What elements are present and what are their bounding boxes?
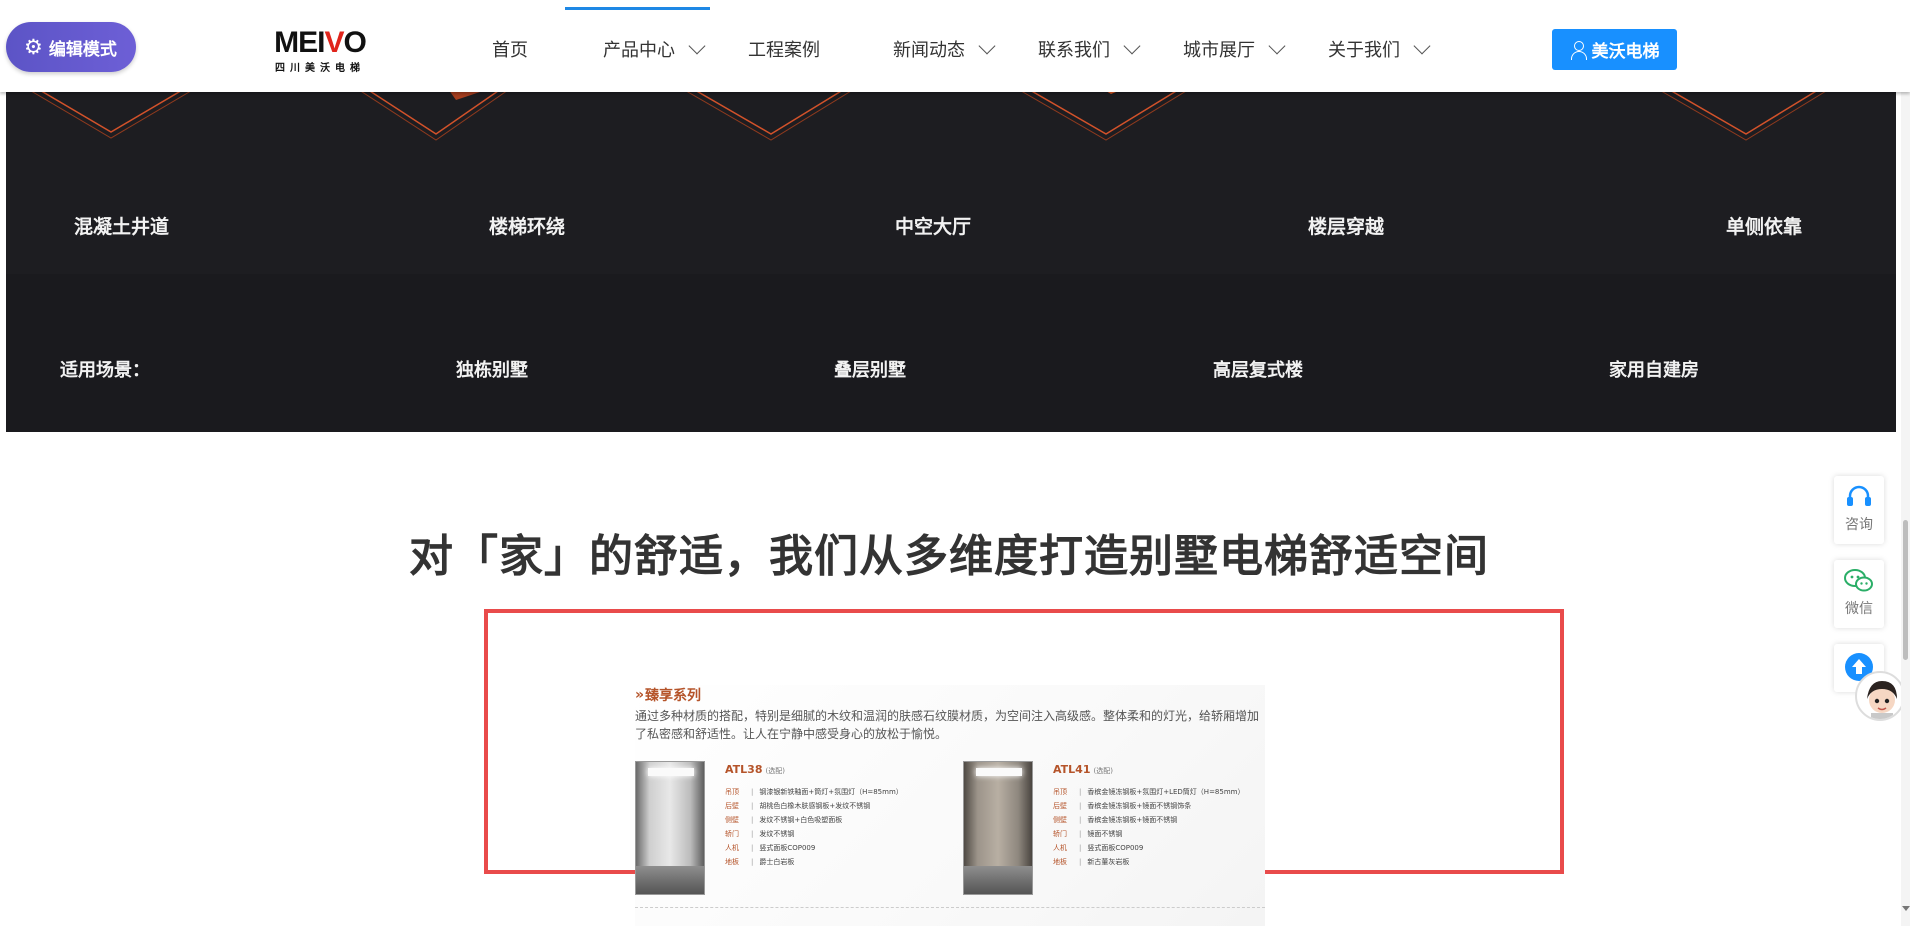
series-title: » 臻享系列 (635, 685, 701, 705)
site-header: MEIVO 四川美沃电梯 首页 产品中心 工程案例 新闻动态 联系我们 城市展厅… (0, 0, 1910, 92)
scene-item: 独栋别墅 (456, 360, 528, 381)
spec-row: 轿门 | 发纹不锈钢 (725, 830, 795, 838)
wechat-button[interactable]: 微信 (1834, 560, 1884, 628)
spec-row: 吊顶 | 香槟金镜冻钢板+氛围灯+LED筒灯（H=85mm） (1053, 788, 1245, 796)
floor-crossing-illustration (1021, 92, 1186, 141)
nav-item-products[interactable]: 产品中心 (603, 36, 706, 62)
series-title-text: 臻享系列 (645, 688, 702, 704)
section-heading: 对「家」的舒适，我们从多维度打造别墅电梯舒适空间 (409, 531, 1489, 582)
nav-item-about[interactable]: 关于我们 (1328, 36, 1431, 62)
wechat-icon (1844, 569, 1873, 592)
elevator-cabin-image (635, 761, 705, 895)
spec-row: 人机 | 竖式面板COP009 (1053, 844, 1144, 852)
series-description: 通过多种材质的搭配，特别是细腻的木纹和温润的肤感石纹膜材质，为空间注入高级感。整… (635, 709, 1260, 741)
nav-label: 产品中心 (603, 40, 675, 61)
nav-label: 联系我们 (1038, 40, 1110, 61)
consult-label: 咨询 (1845, 517, 1873, 533)
install-type-concrete: 混凝土井道 (74, 216, 170, 238)
scrollbar-track[interactable] (1901, 92, 1910, 926)
spec-row: 侧壁 | 发纹不锈钢+白色吸塑面板 (725, 816, 843, 824)
nav-item-showroom[interactable]: 城市展厅 (1183, 36, 1286, 62)
install-type-single-side: 单侧依靠 (1726, 216, 1803, 238)
concrete-shaft-illustration (31, 92, 191, 139)
page: MEIVO 四川美沃电梯 首页 产品中心 工程案例 新闻动态 联系我们 城市展厅… (0, 0, 1910, 926)
nav-label: 城市展厅 (1183, 40, 1255, 61)
user-icon (1570, 40, 1587, 60)
install-type-stair: 楼梯环绕 (489, 216, 566, 238)
scrollbar-thumb[interactable] (1903, 520, 1908, 660)
edit-mode-label: 编辑模式 (48, 39, 117, 60)
login-button[interactable]: 美沃电梯 (1552, 29, 1677, 70)
spec-row: 轿门 | 镜面不锈钢 (1053, 830, 1123, 838)
nav-label: 首页 (492, 40, 528, 61)
nav-label: 关于我们 (1328, 40, 1400, 61)
chevron-down-icon (1413, 37, 1431, 55)
wechat-label: 微信 (1845, 601, 1873, 617)
spec-row: 地板 | 新古董灰岩板 (1053, 858, 1130, 866)
double-chevron-icon: » (635, 687, 644, 703)
scene-item: 高层复式楼 (1213, 360, 1303, 381)
nav-item-contact[interactable]: 联系我们 (1038, 36, 1141, 62)
product-model: ATL38 (选配) (725, 763, 785, 776)
chevron-down-icon (1123, 37, 1141, 55)
spec-row: 后壁 | 香槟金镜冻钢板+镜面不锈钢饰条 (1053, 802, 1192, 810)
nav-label: 工程案例 (748, 40, 820, 61)
spec-row: 吊顶 | 钢漆银新铁釉面+筒灯+氛围灯（H=85mm） (725, 788, 903, 796)
nav-item-cases[interactable]: 工程案例 (748, 36, 820, 62)
single-side-illustration (1661, 92, 1826, 141)
chevron-down-icon (688, 37, 706, 55)
nav-item-news[interactable]: 新闻动态 (893, 36, 996, 62)
assistant-avatar[interactable] (1855, 671, 1905, 721)
scene-item: 叠层别墅 (834, 360, 906, 381)
headset-icon (1847, 485, 1871, 506)
chevron-down-icon (1268, 37, 1286, 55)
install-type-floor: 楼层穿越 (1308, 216, 1385, 238)
series-feature-image[interactable]: » 臻享系列 通过多种材质的搭配，特别是细腻的木纹和温润的肤感石纹膜材质，为空间… (635, 685, 1265, 926)
nav-label: 新闻动态 (893, 40, 965, 61)
assistant-face-icon (1867, 681, 1897, 719)
spec-row: 地板 | 爵士白岩板 (725, 858, 795, 866)
consult-button[interactable]: 咨询 (1834, 476, 1884, 544)
scenes-band (6, 274, 1896, 432)
stair-wrap-illustration (361, 92, 507, 141)
gear-icon: ⚙ (24, 34, 43, 59)
scenes-label: 适用场景： (60, 360, 150, 381)
edit-mode-button[interactable]: ⚙ 编辑模式 (6, 22, 136, 72)
spec-row: 后壁 | 胡桃色白橡木肤感钢板+发纹不锈钢 (725, 802, 871, 810)
nav-item-home[interactable]: 首页 (492, 36, 528, 62)
elevator-cabin-image (963, 761, 1033, 895)
scene-item: 家用自建房 (1609, 360, 1699, 381)
image-divider (635, 907, 1265, 908)
product-model: ATL41 (选配) (1053, 763, 1113, 776)
spec-row: 侧壁 | 香槟金镜冻钢板+镜面不锈钢 (1053, 816, 1178, 824)
scroll-down-arrow[interactable] (1902, 906, 1910, 911)
chevron-down-icon (978, 37, 996, 55)
install-type-atrium: 中空大厅 (895, 216, 972, 238)
login-label: 美沃电梯 (1591, 42, 1660, 62)
spec-row: 人机 | 竖式面板COP009 (725, 844, 816, 852)
install-types-section: 混凝土井道 楼梯环绕 中空大厅 楼层穿越 单侧依靠 适用场景： 独栋别墅 叠层别… (6, 92, 1896, 432)
atrium-illustration (686, 92, 851, 141)
